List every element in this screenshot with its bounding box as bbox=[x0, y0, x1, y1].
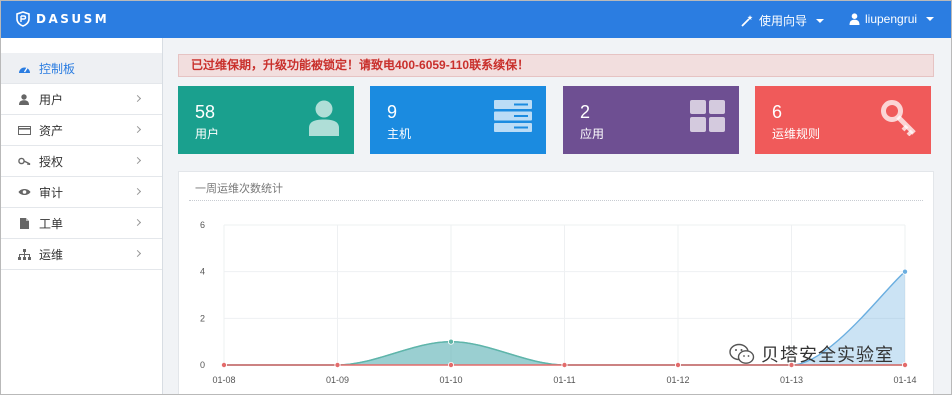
x-tick-label: 01-13 bbox=[780, 375, 803, 385]
user-icon bbox=[309, 100, 339, 136]
chevron-right-icon bbox=[133, 94, 142, 103]
brand-name: DASUSM bbox=[36, 12, 110, 26]
chevron-right-icon bbox=[133, 187, 142, 196]
sidebar-item-dashboard[interactable]: 控制板 bbox=[1, 53, 162, 84]
sidebar-item-label: 审计 bbox=[39, 185, 64, 200]
sidebar-item-assets[interactable]: 资产 bbox=[1, 115, 162, 146]
x-tick-label: 01-09 bbox=[326, 375, 349, 385]
sidebar-item-label: 工单 bbox=[39, 216, 64, 231]
chevron-right-icon bbox=[133, 125, 142, 134]
chevron-right-icon bbox=[133, 218, 142, 227]
y-tick-label: 6 bbox=[200, 220, 205, 230]
data-point bbox=[902, 268, 909, 275]
stat-label: 运维规则 bbox=[772, 127, 821, 141]
key-icon bbox=[881, 100, 916, 136]
data-point bbox=[221, 361, 228, 368]
y-tick-label: 2 bbox=[200, 313, 205, 323]
sidebar-item-authorization[interactable]: 授权 bbox=[1, 146, 162, 177]
data-point bbox=[447, 338, 454, 345]
watermark-text: 贝塔安全实验室 bbox=[761, 345, 894, 366]
sidebar-item-label: 控制板 bbox=[39, 61, 76, 76]
app-window: DASUSM 使用向导 liupengrui 控制板 用户 资产 授权 审计 工… bbox=[0, 0, 952, 395]
server-icon bbox=[494, 100, 532, 132]
sidebar-item-label: 运维 bbox=[39, 247, 64, 262]
sidebar-item-audit[interactable]: 审计 bbox=[1, 177, 162, 208]
stat-value: 6 bbox=[772, 102, 783, 122]
stat-label: 应用 bbox=[580, 127, 605, 141]
document-icon bbox=[17, 216, 31, 230]
sidebar: 控制板 用户 资产 授权 审计 工单 运维 bbox=[1, 38, 163, 394]
magic-wand-icon bbox=[741, 15, 753, 27]
user-menu[interactable]: liupengrui bbox=[849, 12, 935, 26]
stat-card-hosts[interactable]: 9 主机 bbox=[370, 86, 546, 154]
asset-card-icon bbox=[17, 123, 31, 137]
guide-label: 使用向导 bbox=[759, 14, 808, 28]
maintenance-expired-alert: 已过维保期，升级功能被锁定！请致电400-6059-110联系续保！ bbox=[178, 54, 934, 77]
shield-logo-icon bbox=[16, 11, 30, 27]
data-point bbox=[561, 361, 568, 368]
stat-label: 主机 bbox=[387, 127, 412, 141]
sidebar-item-label: 授权 bbox=[39, 154, 64, 169]
stat-card-apps[interactable]: 2 应用 bbox=[563, 86, 739, 154]
data-point bbox=[902, 361, 909, 368]
brand-logo[interactable]: DASUSM bbox=[16, 11, 109, 27]
chevron-right-icon bbox=[133, 156, 142, 165]
sitemap-icon bbox=[17, 247, 31, 261]
x-tick-label: 01-10 bbox=[439, 375, 462, 385]
stat-value: 2 bbox=[580, 102, 591, 122]
data-point bbox=[447, 361, 454, 368]
sidebar-item-label: 用户 bbox=[39, 92, 64, 107]
dashboard-icon bbox=[17, 61, 31, 75]
wechat-icon bbox=[729, 343, 755, 364]
top-navbar: DASUSM 使用向导 liupengrui bbox=[1, 1, 951, 38]
watermark: 贝塔安全实验室 bbox=[729, 341, 894, 367]
user-icon bbox=[17, 92, 31, 106]
x-tick-label: 01-12 bbox=[666, 375, 689, 385]
x-tick-label: 01-11 bbox=[553, 375, 575, 385]
data-point bbox=[334, 361, 341, 368]
stat-card-rules[interactable]: 6 运维规则 bbox=[755, 86, 931, 154]
sidebar-item-tickets[interactable]: 工单 bbox=[1, 208, 162, 239]
data-point bbox=[674, 361, 681, 368]
guide-menu[interactable]: 使用向导 bbox=[741, 12, 825, 29]
grid-icon bbox=[690, 100, 725, 132]
y-tick-label: 4 bbox=[200, 267, 205, 277]
sidebar-item-label: 资产 bbox=[39, 123, 64, 138]
x-tick-label: 01-14 bbox=[893, 375, 916, 385]
x-tick-label: 01-08 bbox=[212, 375, 235, 385]
user-icon bbox=[849, 13, 860, 25]
eye-icon bbox=[17, 185, 31, 199]
sidebar-item-operations[interactable]: 运维 bbox=[1, 239, 162, 270]
stat-value: 9 bbox=[387, 102, 398, 122]
chevron-right-icon bbox=[133, 249, 142, 258]
stat-value: 58 bbox=[195, 102, 216, 122]
chevron-down-icon bbox=[816, 18, 825, 23]
user-name: liupengrui bbox=[865, 12, 918, 26]
sidebar-item-users[interactable]: 用户 bbox=[1, 84, 162, 115]
chevron-down-icon bbox=[926, 17, 935, 21]
y-tick-label: 0 bbox=[200, 360, 205, 370]
stat-label: 用户 bbox=[195, 127, 220, 141]
stat-card-users[interactable]: 58 用户 bbox=[178, 86, 354, 154]
key-icon bbox=[17, 154, 31, 168]
